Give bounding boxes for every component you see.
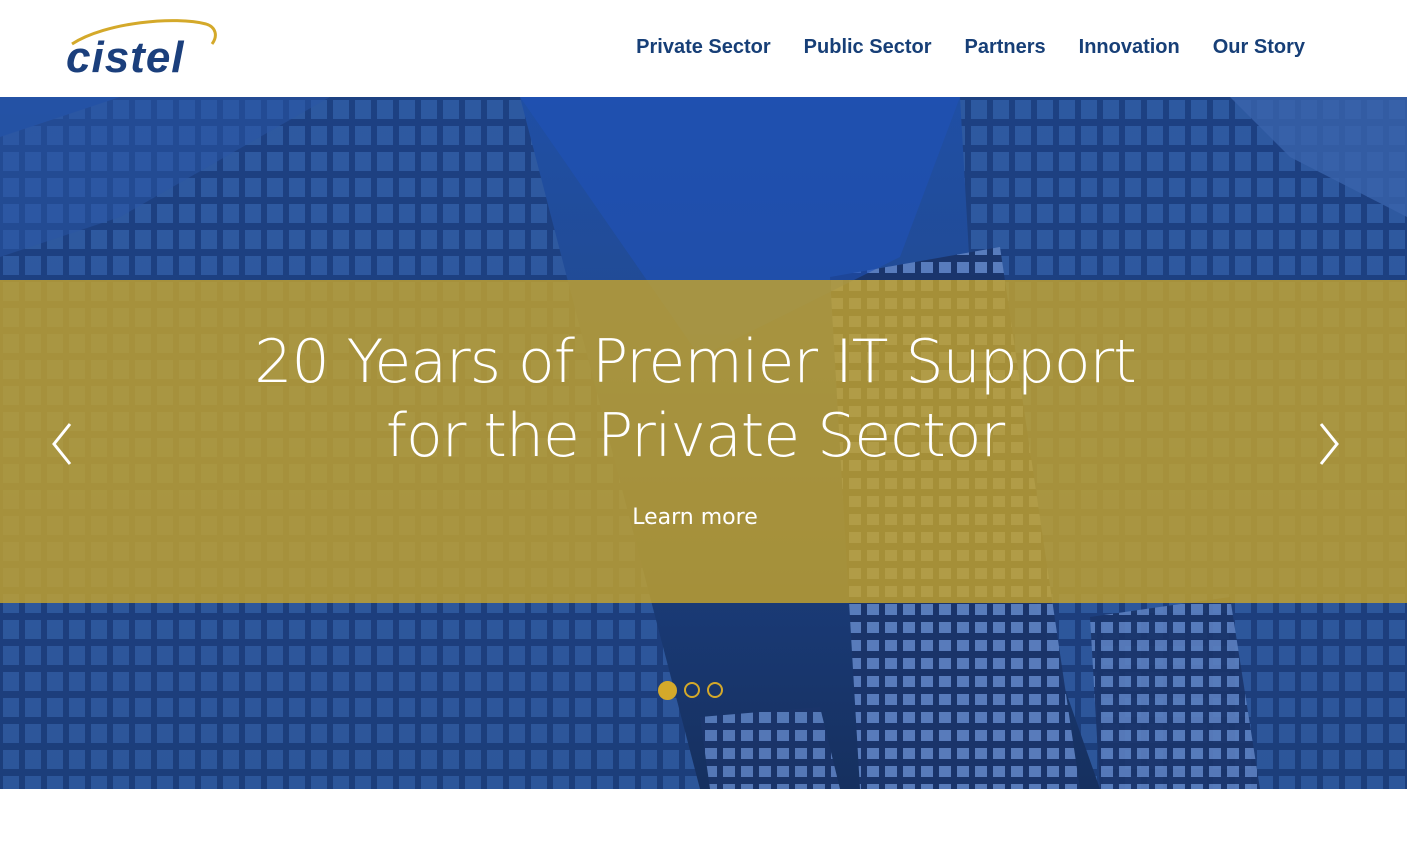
hero-carousel: 20 Years of Premier IT Support for the P… (0, 97, 1407, 789)
hero-headline-line-2: for the Private Sector (385, 401, 1005, 471)
learn-more-link[interactable]: Learn more (0, 505, 1390, 530)
nav-item-partners[interactable]: Partners (964, 32, 1045, 62)
nav-item-our-story[interactable]: Our Story (1213, 32, 1305, 62)
chevron-right-icon (1319, 423, 1339, 465)
carousel-prev-button[interactable] (48, 420, 78, 468)
cistel-logo[interactable]: cistel (66, 18, 228, 80)
nav-item-innovation[interactable]: Innovation (1079, 32, 1180, 62)
logo-wordmark: cistel (66, 33, 185, 82)
carousel-indicators (658, 681, 723, 700)
nav-item-private-sector[interactable]: Private Sector (636, 32, 771, 62)
site-header: cistel Private Sector Public Sector Part… (0, 0, 1407, 97)
nav-item-public-sector[interactable]: Public Sector (804, 32, 932, 62)
main-nav: Private Sector Public Sector Partners In… (636, 32, 1305, 62)
carousel-dot-1[interactable] (658, 681, 677, 700)
carousel-next-button[interactable] (1313, 420, 1343, 468)
carousel-dot-3[interactable] (707, 682, 723, 698)
carousel-dot-2[interactable] (684, 682, 700, 698)
hero-headline: 20 Years of Premier IT Support for the P… (0, 325, 1390, 473)
chevron-left-icon (52, 423, 72, 465)
hero-headline-line-1: 20 Years of Premier IT Support (254, 327, 1136, 397)
